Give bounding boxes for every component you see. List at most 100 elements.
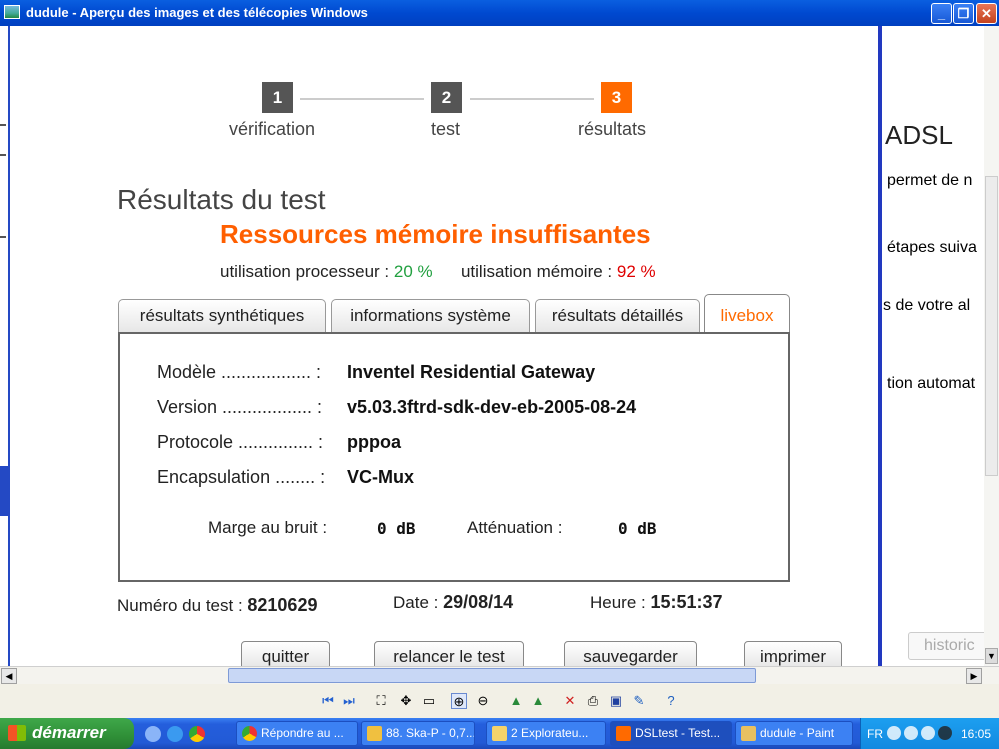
attenuation-value: 0 dB: [618, 519, 657, 538]
windows-logo-icon: [8, 725, 26, 741]
task-explorer[interactable]: 2 Explorateu...: [486, 721, 606, 746]
right-page-panel: ADSL permet de n étapes suiva s de votre…: [878, 26, 999, 666]
rotate-clockwise-icon[interactable]: ▲: [508, 693, 524, 709]
show-desktop-icon[interactable]: [145, 726, 161, 742]
step-1-number: 1: [262, 82, 293, 113]
version-label: Version .................. :: [157, 397, 323, 417]
task-label: 88. Ska-P - 0,7...: [386, 726, 475, 740]
viewer-toolbar: ⏮ ⏭ ⛶ ✥ ▭ ⊕ ⊖ ▲ ▲ ✕ ⎙ ▣ ✎ ?: [0, 684, 999, 718]
edit-icon[interactable]: ✎: [631, 693, 647, 709]
rotate-counterclockwise-icon[interactable]: ▲: [530, 693, 546, 709]
protocol-value: pppoa: [347, 432, 401, 452]
window-title: dudule - Aperçu des images et des téléco…: [26, 5, 368, 20]
task-label: Répondre au ...: [261, 726, 344, 740]
step-connector: [470, 98, 594, 100]
start-button[interactable]: démarrer: [0, 718, 134, 749]
best-fit-icon[interactable]: ⛶: [373, 693, 389, 709]
horizontal-scrollbar[interactable]: ◀ ▶: [0, 666, 999, 684]
scroll-down-arrow[interactable]: ▼: [985, 648, 998, 664]
usage-line: utilisation processeur : 20 % utilisatio…: [220, 262, 656, 282]
memory-value: 92 %: [616, 262, 656, 281]
task-label: DSLtest - Test...: [635, 726, 721, 740]
date-value: 29/08/14: [443, 592, 514, 612]
zoom-in-icon[interactable]: ⊕: [451, 693, 467, 709]
right-text-1: permet de n: [887, 172, 973, 189]
print-button[interactable]: imprimer: [744, 641, 842, 666]
app-icon: [4, 5, 20, 19]
delete-icon[interactable]: ✕: [562, 693, 578, 709]
minimize-button[interactable]: _: [931, 3, 952, 24]
test-number: Numéro du test : 8210629: [117, 595, 317, 616]
image-viewer: 1 2 3 vérification test résultats Résult…: [0, 26, 999, 666]
version-value: v5.03.3ftrd-sdk-dev-eb-2005-08-24: [347, 397, 637, 417]
protocol-label: Protocole ............... :: [157, 432, 324, 452]
adsl-heading: ADSL: [885, 120, 953, 150]
save-button[interactable]: sauvegarder: [564, 641, 697, 666]
noise-margin-label: Marge au bruit :: [208, 518, 328, 537]
zoom-out-icon[interactable]: ⊖: [475, 693, 491, 709]
tab-livebox[interactable]: livebox: [704, 294, 790, 333]
horizontal-scroll-thumb[interactable]: [228, 668, 756, 683]
help-icon[interactable]: ?: [663, 693, 679, 709]
historic-button[interactable]: historic: [908, 632, 988, 660]
next-image-icon[interactable]: ⏭: [341, 693, 357, 709]
previous-image-icon[interactable]: ⏮: [320, 693, 336, 709]
wifi-icon[interactable]: [938, 726, 952, 740]
alert-message: Ressources mémoire insuffisantes: [220, 219, 651, 249]
actual-size-icon[interactable]: ✥: [398, 693, 414, 709]
dsltest-icon: [616, 726, 631, 741]
maximize-button[interactable]: ❐: [953, 3, 974, 24]
task-music[interactable]: 88. Ska-P - 0,7...: [361, 721, 475, 746]
time-label: Heure :: [590, 593, 651, 612]
chrome-icon[interactable]: [189, 726, 205, 742]
slideshow-icon[interactable]: ▭: [421, 693, 437, 709]
volume-icon[interactable]: [921, 726, 935, 740]
task-label: 2 Explorateu...: [511, 726, 589, 740]
start-label: démarrer: [32, 723, 106, 742]
scroll-thumb[interactable]: [985, 176, 998, 476]
quit-button[interactable]: quitter: [241, 641, 330, 666]
close-button[interactable]: ✕: [976, 3, 997, 24]
title-bar: dudule - Aperçu des images et des téléco…: [0, 0, 999, 26]
task-paint[interactable]: dudule - Paint: [735, 721, 853, 746]
right-text-3: s de votre al: [883, 297, 971, 314]
network-icon[interactable]: [904, 726, 918, 740]
chrome-icon: [242, 726, 257, 741]
cpu-label: utilisation processeur :: [220, 262, 394, 281]
tray-expand-icon[interactable]: [887, 726, 901, 740]
task-label: dudule - Paint: [760, 726, 835, 740]
folder-icon: [492, 726, 507, 741]
cpu-value: 20 %: [393, 262, 433, 281]
music-player-icon: [367, 726, 382, 741]
time-value: 15:51:37: [650, 592, 723, 612]
save-icon[interactable]: ▣: [608, 693, 624, 709]
right-panel-scrollbar[interactable]: ▼: [984, 26, 999, 666]
paint-icon: [741, 726, 756, 741]
relaunch-test-button[interactable]: relancer le test: [374, 641, 524, 666]
step-2-number: 2: [431, 82, 462, 113]
language-indicator[interactable]: FR: [867, 727, 883, 741]
system-tray: FR 16:05: [860, 718, 999, 749]
tab-system-info[interactable]: informations système: [331, 299, 530, 333]
step-2-label: test: [431, 119, 461, 139]
scroll-left-arrow[interactable]: ◀: [1, 668, 17, 684]
test-number-value: 8210629: [247, 595, 318, 615]
print-icon[interactable]: ⎙: [585, 693, 601, 709]
encapsulation-value: VC-Mux: [347, 467, 414, 487]
model-value: Inventel Residential Gateway: [347, 362, 596, 382]
tab-detailed[interactable]: résultats détaillés: [535, 299, 700, 333]
internet-explorer-icon[interactable]: [167, 726, 183, 742]
tab-summary[interactable]: résultats synthétiques: [118, 299, 326, 333]
scroll-right-arrow[interactable]: ▶: [966, 668, 982, 684]
memory-label: utilisation mémoire :: [460, 262, 617, 281]
step-1-label: vérification: [229, 119, 316, 139]
date-label: Date :: [393, 593, 444, 612]
test-time: Heure : 15:51:37: [590, 592, 723, 613]
right-text-2: étapes suiva: [887, 239, 977, 256]
left-panel-edge: [0, 26, 10, 666]
task-dsltest[interactable]: DSLtest - Test...: [610, 721, 732, 746]
test-number-label: Numéro du test :: [117, 596, 248, 615]
taskbar: démarrer Répondre au ... 88. Ska-P - 0,7…: [0, 718, 999, 749]
step-connector: [300, 98, 424, 100]
task-chrome[interactable]: Répondre au ...: [236, 721, 358, 746]
